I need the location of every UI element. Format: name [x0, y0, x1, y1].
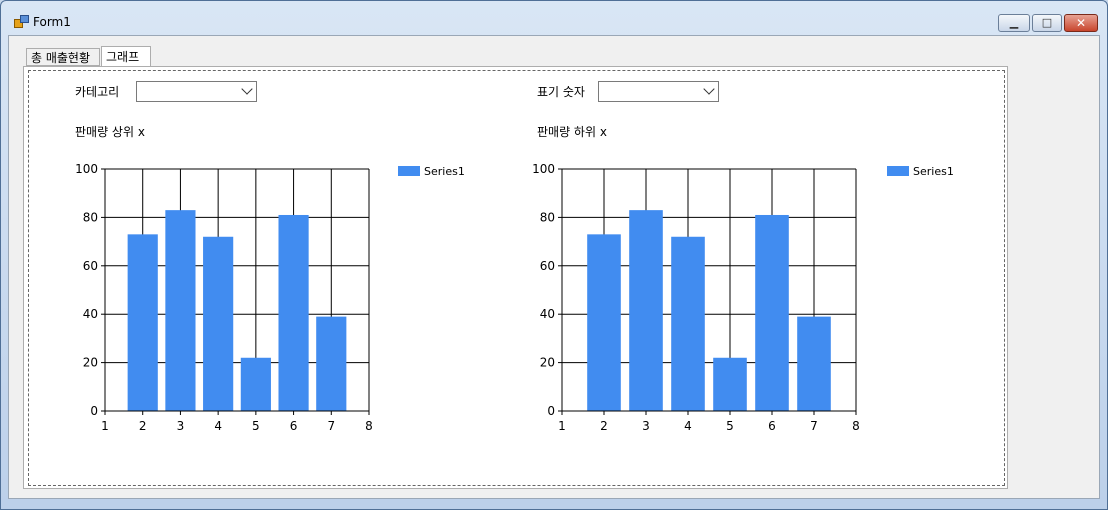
legend-swatch — [887, 166, 909, 176]
x-tick-label: 4 — [214, 419, 222, 433]
window-title: Form1 — [33, 15, 71, 29]
x-tick-label: 6 — [768, 419, 776, 433]
x-tick-label: 8 — [365, 419, 373, 433]
x-tick-label: 7 — [810, 419, 818, 433]
x-tick-label: 5 — [726, 419, 734, 433]
legend-label: Series1 — [424, 165, 465, 178]
left-bar-chart: 0 20 40 60 80 100 1 2 3 4 5 6 7 8 Series1 — [75, 162, 465, 433]
maximize-icon: □ — [1041, 16, 1053, 29]
bar — [240, 357, 271, 411]
y-tick-label: 20 — [540, 356, 555, 370]
y-tick-label: 20 — [83, 356, 98, 370]
tab-graph[interactable]: 그래프 — [101, 46, 151, 67]
bar — [671, 236, 705, 411]
x-tick-label: 5 — [252, 419, 260, 433]
bar — [165, 210, 196, 411]
right-bar-chart: 0 20 40 60 80 100 1 2 3 4 5 6 7 8 Series1 — [532, 162, 954, 433]
category-label: 카테고리 — [75, 85, 120, 99]
x-tick-label: 1 — [101, 419, 109, 433]
y-tick-label: 100 — [532, 162, 555, 176]
x-tick-label: 8 — [852, 419, 860, 433]
x-tick-label: 1 — [558, 419, 566, 433]
x-tick-label: 6 — [290, 419, 298, 433]
bar — [203, 236, 234, 411]
legend-swatch — [398, 166, 420, 176]
y-tick-label: 80 — [83, 210, 98, 224]
y-tick-label: 60 — [83, 259, 98, 273]
y-tick-label: 60 — [540, 259, 555, 273]
x-tick-label: 2 — [139, 419, 147, 433]
minimize-button[interactable]: ▁ — [998, 14, 1030, 32]
y-tick-label: 100 — [75, 162, 98, 176]
chevron-down-icon — [703, 83, 715, 95]
y-tick-label: 0 — [90, 404, 98, 418]
left-chart-label: 판매량 상위 x — [75, 125, 145, 139]
legend-label: Series1 — [913, 165, 954, 178]
bar — [587, 234, 621, 411]
chevron-down-icon — [241, 83, 253, 95]
bar — [755, 214, 789, 411]
y-tick-label: 40 — [540, 307, 555, 321]
close-icon: ✕ — [1075, 16, 1087, 30]
tab-sales-summary[interactable]: 총 매출현황 — [26, 48, 100, 66]
bar — [316, 316, 347, 411]
x-tick-label: 3 — [177, 419, 185, 433]
display-count-label: 표기 숫자 — [537, 85, 585, 99]
bar — [713, 357, 747, 411]
y-tick-label: 40 — [83, 307, 98, 321]
x-tick-label: 7 — [327, 419, 335, 433]
x-tick-label: 2 — [600, 419, 608, 433]
app-icon — [14, 15, 29, 28]
display-count-combobox[interactable] — [598, 81, 719, 102]
close-button[interactable]: ✕ — [1064, 14, 1098, 32]
bar — [278, 214, 309, 411]
x-tick-label: 3 — [642, 419, 650, 433]
bar — [127, 234, 158, 411]
y-tick-label: 80 — [540, 210, 555, 224]
bar — [629, 210, 663, 411]
category-combobox[interactable] — [136, 81, 257, 102]
maximize-button[interactable]: □ — [1032, 14, 1062, 32]
x-tick-label: 4 — [684, 419, 692, 433]
title-bar[interactable]: Form1 ▁ □ ✕ — [1, 1, 1107, 35]
minimize-icon: ▁ — [1009, 16, 1019, 29]
bar — [797, 316, 831, 411]
y-tick-label: 0 — [547, 404, 555, 418]
right-chart-label: 판매량 하위 x — [537, 125, 607, 139]
